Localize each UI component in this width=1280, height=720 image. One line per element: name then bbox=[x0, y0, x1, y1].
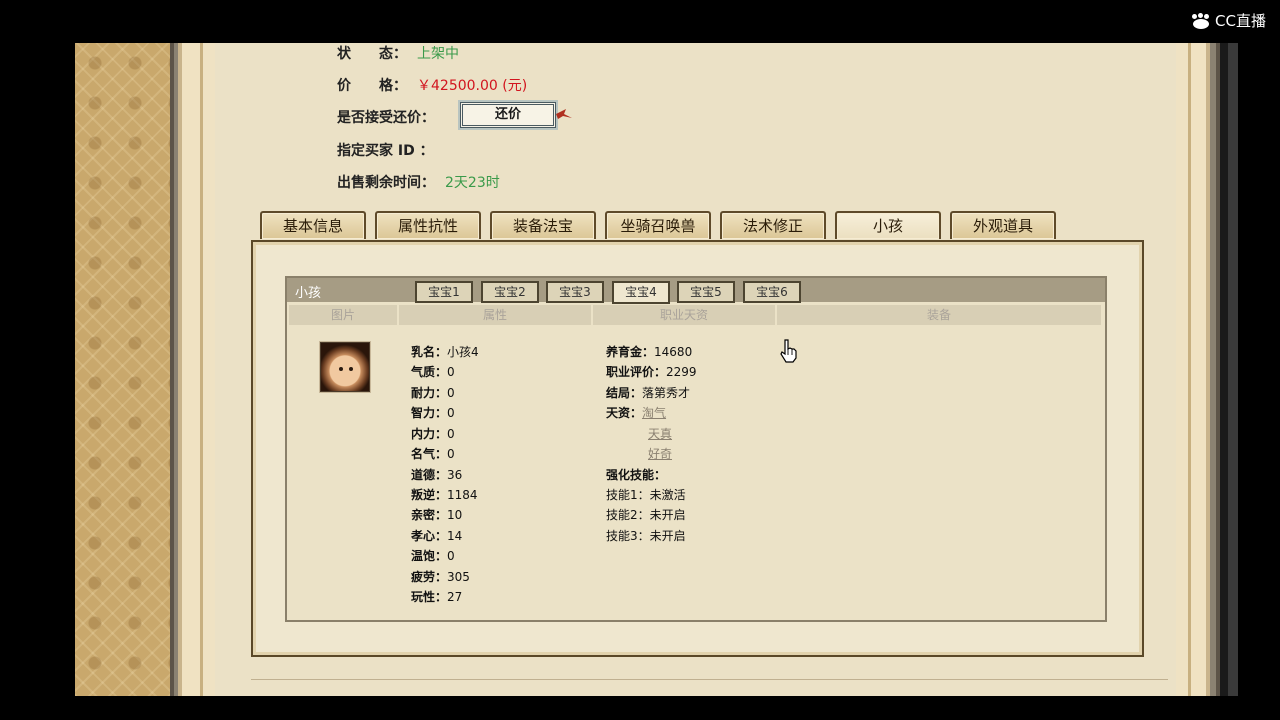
remaining-time-label: 出售剩余时间： bbox=[337, 175, 435, 191]
subtab-baby-4[interactable]: 宝宝4 bbox=[612, 281, 670, 304]
decorative-pattern-panel bbox=[75, 43, 170, 696]
tab-appearance-items[interactable]: 外观道具 bbox=[950, 211, 1056, 239]
price-value: ￥42500.00 (元) bbox=[417, 78, 528, 94]
column-header-image: 图片 bbox=[289, 305, 397, 325]
subtab-baby-6[interactable]: 宝宝6 bbox=[743, 281, 801, 303]
subtab-baby-3[interactable]: 宝宝3 bbox=[546, 281, 604, 303]
skill-row: 技能1：未激活 bbox=[606, 488, 686, 502]
designated-buyer-row: 指定买家 ID ： bbox=[337, 140, 434, 160]
child-panel-header: 小孩 宝宝1 宝宝2 宝宝3 宝宝4 宝宝5 宝宝6 bbox=[287, 278, 1105, 304]
status-label: 状 态： bbox=[337, 46, 407, 62]
talent-row: 好奇 bbox=[648, 445, 672, 462]
subtab-baby-2[interactable]: 宝宝2 bbox=[481, 281, 539, 303]
tab-spell-correction[interactable]: 法术修正 bbox=[720, 211, 826, 239]
tab-mount-summon[interactable]: 坐骑召唤兽 bbox=[605, 211, 711, 239]
child-portrait bbox=[320, 342, 370, 392]
talent-row: 天真 bbox=[648, 425, 672, 442]
attr-row: 孝心：14 bbox=[411, 529, 463, 543]
tab-equipment[interactable]: 装备法宝 bbox=[490, 211, 596, 239]
skill-header: 强化技能： bbox=[606, 468, 667, 482]
child-panel-title: 小孩 bbox=[295, 286, 322, 301]
subtab-baby-1[interactable]: 宝宝1 bbox=[415, 281, 473, 303]
career-row: 养育金：14680 bbox=[606, 345, 693, 359]
attr-row: 名气：0 bbox=[411, 447, 455, 461]
price-label: 价 格： bbox=[337, 78, 407, 94]
attr-row: 耐力：0 bbox=[411, 386, 455, 400]
attr-row: 内力：0 bbox=[411, 427, 455, 441]
talent-link[interactable]: 好奇 bbox=[648, 447, 672, 461]
counter-offer-row: 是否接受还价： bbox=[337, 107, 435, 127]
column-header-career-talent: 职业天资 bbox=[593, 305, 775, 325]
talent-row: 天资：淘气 bbox=[606, 406, 667, 420]
status-value: 上架中 bbox=[417, 46, 459, 62]
attr-row: 道德：36 bbox=[411, 468, 463, 482]
attr-row: 智力：0 bbox=[411, 406, 455, 420]
attr-row: 温饱：0 bbox=[411, 549, 455, 563]
child-panel: 小孩 宝宝1 宝宝2 宝宝3 宝宝4 宝宝5 宝宝6 图片 属性 职业天资 装备 bbox=[285, 276, 1107, 622]
paw-icon bbox=[1191, 12, 1211, 29]
hand-cursor-icon bbox=[780, 339, 797, 363]
attr-row: 气质：0 bbox=[411, 365, 455, 379]
left-scroll-border bbox=[170, 43, 215, 696]
attr-row: 乳名：小孩4 bbox=[411, 345, 479, 359]
column-header-equipment: 装备 bbox=[777, 305, 1101, 325]
tab-basic-info[interactable]: 基本信息 bbox=[260, 211, 366, 239]
remaining-time-value: 2天23时 bbox=[445, 175, 500, 191]
game-window: 状 态： 上架中 价 格： ￥42500.00 (元) 是否接受还价： 还价 指定买… bbox=[75, 43, 1238, 696]
tab-attribute-resistance[interactable]: 属性抗性 bbox=[375, 211, 481, 239]
skill-row: 技能2：未开启 bbox=[606, 508, 686, 522]
watermark-text: CC直播 bbox=[1215, 12, 1266, 30]
column-header-attributes: 属性 bbox=[399, 305, 591, 325]
career-row: 职业评价：2299 bbox=[606, 365, 697, 379]
talent-link[interactable]: 淘气 bbox=[642, 406, 666, 420]
attr-row: 亲密：10 bbox=[411, 508, 463, 522]
tab-child[interactable]: 小孩 bbox=[835, 211, 941, 239]
remaining-time-row: 出售剩余时间： 2天23时 bbox=[337, 172, 500, 192]
attr-row: 玩性：27 bbox=[411, 590, 463, 604]
career-row: 结局：落第秀才 bbox=[606, 386, 691, 400]
attr-row: 叛逆：1184 bbox=[411, 488, 478, 502]
cc-live-watermark: CC直播 bbox=[1191, 10, 1266, 31]
attr-row: 疲劳：305 bbox=[411, 570, 470, 584]
ribbon-icon bbox=[556, 109, 572, 119]
skill-row: 技能3：未开启 bbox=[606, 529, 686, 543]
right-scroll-border bbox=[1176, 43, 1238, 696]
counter-offer-button[interactable]: 还价 bbox=[460, 102, 556, 128]
talent-link[interactable]: 天真 bbox=[648, 427, 672, 441]
divider bbox=[251, 679, 1168, 680]
designated-buyer-label: 指定买家 ID ： bbox=[337, 143, 434, 159]
subtab-baby-5[interactable]: 宝宝5 bbox=[677, 281, 735, 303]
price-row: 价 格： ￥42500.00 (元) bbox=[337, 75, 527, 95]
counter-offer-label: 是否接受还价： bbox=[337, 110, 435, 126]
status-row: 状 态： 上架中 bbox=[337, 43, 459, 63]
